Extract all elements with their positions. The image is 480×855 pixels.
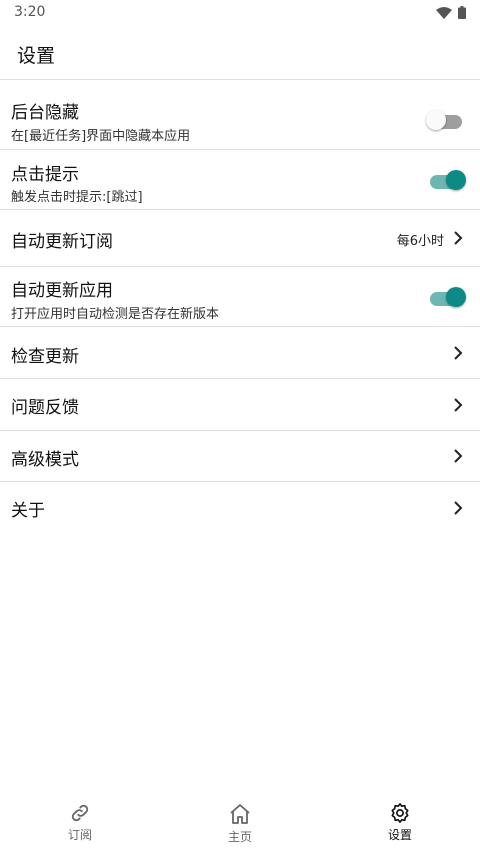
status-icons [436, 6, 466, 19]
link-icon [71, 804, 89, 822]
home-icon [230, 804, 250, 824]
nav-label-subscriptions: 订阅 [67, 828, 92, 842]
chevron-right-icon [454, 231, 463, 245]
setting-subtitle: 触发点击时提示:[跳过] [11, 190, 143, 205]
setting-title: 自动更新订阅 [11, 232, 113, 252]
setting-title: 自动更新应用 [11, 281, 113, 301]
app-bar: 设置 [0, 26, 480, 80]
setting-row-click-hint[interactable]: 点击提示 触发点击时提示:[跳过] [0, 150, 480, 210]
page-title: 设置 [17, 45, 56, 67]
setting-subtitle: 打开应用时自动检测是否存在新版本 [11, 307, 220, 322]
click-hint-switch[interactable] [428, 168, 466, 192]
gear-icon [391, 803, 409, 823]
setting-row-auto-update-subscription[interactable]: 自动更新订阅 每6小时 [0, 210, 480, 267]
chevron-right-icon [454, 501, 463, 515]
setting-row-advanced-mode[interactable]: 高级模式 [0, 431, 480, 482]
setting-title: 检查更新 [11, 347, 79, 367]
bottom-nav: 订阅 主页 设置 [0, 795, 480, 855]
nav-item-settings[interactable]: 设置 [360, 802, 440, 843]
chevron-right-icon [454, 398, 463, 412]
setting-title: 点击提示 [11, 165, 79, 185]
setting-row-auto-update-app[interactable]: 自动更新应用 打开应用时自动检测是否存在新版本 [0, 267, 480, 327]
setting-row-check-update[interactable]: 检查更新 [0, 327, 480, 379]
status-time: 3:20 [14, 4, 46, 20]
setting-row-hide-in-recents[interactable]: 后台隐藏 在[最近任务]界面中隐藏本应用 [0, 81, 480, 150]
setting-row-about[interactable]: 关于 [0, 482, 480, 534]
hide-in-recents-switch[interactable] [426, 108, 464, 132]
nav-label-settings: 设置 [387, 828, 412, 842]
auto-update-app-switch[interactable] [428, 285, 466, 309]
setting-value: 每6小时 [396, 234, 444, 249]
setting-title: 问题反馈 [11, 398, 79, 418]
setting-title: 关于 [11, 501, 45, 521]
setting-title: 高级模式 [11, 450, 79, 470]
setting-row-feedback[interactable]: 问题反馈 [0, 379, 480, 431]
chevron-right-icon [454, 449, 463, 463]
wifi-icon [436, 6, 452, 19]
settings-list: 后台隐藏 在[最近任务]界面中隐藏本应用 点击提示 触发点击时提示:[跳过] 自… [0, 81, 480, 534]
nav-item-home[interactable]: 主页 [200, 802, 280, 845]
nav-item-subscriptions[interactable]: 订阅 [40, 802, 120, 843]
status-bar: 3:20 [0, 0, 480, 26]
setting-title: 后台隐藏 [11, 103, 79, 123]
nav-label-home: 主页 [227, 830, 252, 844]
chevron-right-icon [454, 346, 463, 360]
battery-icon [458, 6, 466, 19]
setting-subtitle: 在[最近任务]界面中隐藏本应用 [11, 129, 191, 144]
